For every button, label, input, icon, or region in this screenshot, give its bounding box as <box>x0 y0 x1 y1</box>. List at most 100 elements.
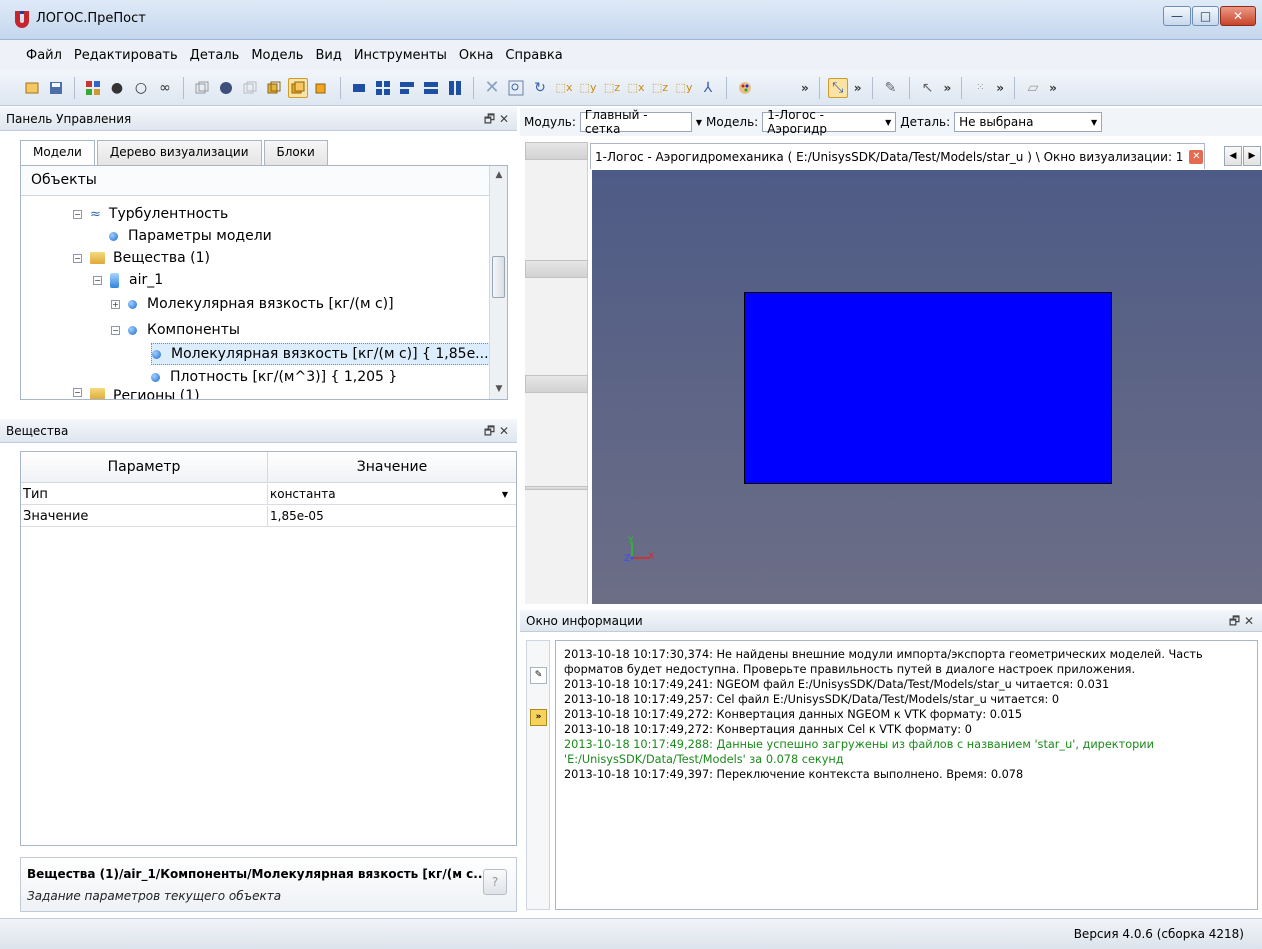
zoom-box-icon[interactable] <box>506 78 526 98</box>
type-select[interactable]: константа ▼ <box>268 484 516 504</box>
link-icon[interactable]: ∞ <box>155 78 175 98</box>
tab-models[interactable]: Модели <box>20 140 95 167</box>
collapse-icon[interactable]: − <box>73 253 82 263</box>
new-file-icon[interactable] <box>22 78 42 98</box>
tree-item-regions[interactable]: − Регионы (1) <box>73 388 200 399</box>
chevron-down-icon[interactable]: ▼ <box>1091 118 1097 127</box>
expand-icon[interactable]: + <box>111 299 120 309</box>
view-xy-icon[interactable]: ⬚x <box>554 78 574 98</box>
scrollbar-thumb[interactable] <box>492 256 505 298</box>
chevron-down-icon[interactable]: ▼ <box>696 118 702 127</box>
collapse-icon[interactable]: − <box>93 275 102 285</box>
single-view-icon[interactable] <box>349 78 369 98</box>
strip-handle[interactable] <box>525 375 588 393</box>
scroll-up-icon[interactable]: ▲ <box>490 170 507 186</box>
table-row[interactable]: Тип константа ▼ <box>21 484 516 505</box>
column-header-parameter[interactable]: Параметр <box>21 452 268 482</box>
record-icon[interactable]: ● <box>107 78 127 98</box>
save-icon[interactable] <box>46 78 66 98</box>
menu-file[interactable]: Файл <box>20 48 68 63</box>
wireframe-cube-2-icon[interactable] <box>240 78 260 98</box>
column-header-value[interactable]: Значение <box>268 452 516 482</box>
tab-visualization-tree[interactable]: Дерево визуализации <box>96 140 262 166</box>
menu-model[interactable]: Модель <box>245 48 309 63</box>
cursor-icon[interactable]: ↖ <box>918 78 938 98</box>
menu-view[interactable]: Вид <box>309 48 347 63</box>
minimize-button[interactable]: — <box>1163 6 1191 26</box>
chevron-down-icon[interactable]: ▼ <box>502 490 508 499</box>
clear-log-icon[interactable]: ✎ <box>530 667 547 684</box>
visualization-tab[interactable]: 1-Логос - Аэрогидромеханика ( E:/UnisysS… <box>590 143 1205 169</box>
tab-scroll-right-icon[interactable]: ▶ <box>1243 146 1261 166</box>
model-tree-icon[interactable] <box>83 78 103 98</box>
console-icon[interactable]: » <box>530 709 547 726</box>
view-yz-icon[interactable]: ⬚z <box>650 78 670 98</box>
tree-item-component-viscosity[interactable]: Молекулярная вязкость [кг/(м с)] { 1,85e… <box>151 343 494 365</box>
vertical-view-icon[interactable] <box>445 78 465 98</box>
collapse-icon[interactable]: − <box>73 209 82 219</box>
table-row[interactable]: Значение 1,85e-05 <box>21 506 516 527</box>
surface-cube-icon[interactable] <box>264 78 284 98</box>
dock-controls[interactable]: 🗗 ✕ <box>1229 612 1254 633</box>
close-tab-icon[interactable]: ✕ <box>1189 149 1204 164</box>
chevron-down-icon[interactable]: ▼ <box>885 118 891 127</box>
toolbar-more-button[interactable]: » <box>1047 81 1059 95</box>
rotate-icon[interactable]: ↻ <box>530 78 550 98</box>
tree-item-model-params[interactable]: Параметры модели <box>109 225 272 247</box>
module-select[interactable]: Главный - сетка <box>579 108 692 136</box>
tree-item-air[interactable]: − air_1 <box>93 269 163 291</box>
split-view-icon[interactable] <box>397 78 417 98</box>
view-zx-icon[interactable]: ⬚x <box>626 78 646 98</box>
model-select[interactable]: 1-Логос - Аэрогидр ▼ <box>762 108 897 136</box>
shaded-sphere-icon[interactable] <box>216 78 236 98</box>
tree-item-density[interactable]: Плотность [кг/(м^3)] { 1,205 } <box>151 366 397 388</box>
detail-select[interactable]: Не выбрана ▼ <box>954 112 1103 132</box>
view-zy-icon[interactable]: ⬚y <box>674 78 694 98</box>
menu-edit[interactable]: Редактировать <box>68 48 184 63</box>
toolbar-more-button[interactable]: » <box>942 81 954 95</box>
toolbar-more-button[interactable]: » <box>852 81 864 95</box>
tree-item-mol-viscosity[interactable]: + Молекулярная вязкость [кг/(м с)] <box>111 293 394 315</box>
tree-item-components[interactable]: − Компоненты <box>111 319 240 341</box>
tab-scroll-left-icon[interactable]: ◀ <box>1224 146 1242 166</box>
toolbar-more-button[interactable]: » <box>799 81 811 95</box>
menu-windows[interactable]: Окна <box>453 48 500 63</box>
dock-controls[interactable]: 🗗 ✕ <box>484 110 509 131</box>
3d-viewport[interactable]: Y Z X <box>592 170 1262 604</box>
mesh-surface[interactable] <box>744 292 1112 484</box>
palette-icon[interactable] <box>735 78 755 98</box>
tree-item-substances[interactable]: − Вещества (1) <box>73 247 210 269</box>
substance-bottle-icon <box>110 272 119 288</box>
view-yx-icon[interactable]: ⬚y <box>578 78 598 98</box>
collapse-icon[interactable]: − <box>111 325 120 335</box>
grid-dots-icon[interactable]: ⁙ <box>970 78 990 98</box>
strip-handle[interactable] <box>525 260 588 278</box>
maximize-button[interactable]: □ <box>1192 6 1219 26</box>
quad-view-icon[interactable] <box>373 78 393 98</box>
view-xz-icon[interactable]: ⬚z <box>602 78 622 98</box>
solid-cube-icon[interactable] <box>312 78 332 98</box>
help-button[interactable]: ? <box>483 869 507 895</box>
edit-shape-icon[interactable]: ✎ <box>881 78 901 98</box>
dock-controls[interactable]: 🗗 ✕ <box>484 422 509 443</box>
strip-handle[interactable] <box>525 142 588 160</box>
wireframe-cube-icon[interactable] <box>192 78 212 98</box>
reset-view-icon[interactable]: ✕ <box>482 77 502 98</box>
toolbar-more-button[interactable]: » <box>994 81 1006 95</box>
tree-scrollbar[interactable]: ▲ ▼ <box>489 166 507 399</box>
collapse-icon[interactable]: − <box>73 388 82 397</box>
tab-blocks[interactable]: Блоки <box>263 140 328 166</box>
menu-part[interactable]: Деталь <box>184 48 246 63</box>
circle-icon[interactable]: ○ <box>131 78 151 98</box>
plane-icon[interactable]: ▱ <box>1023 78 1043 98</box>
menu-tools[interactable]: Инструменты <box>348 48 453 63</box>
close-button[interactable]: ✕ <box>1220 6 1256 26</box>
axes-icon[interactable]: ⅄ <box>698 78 718 98</box>
solid-cube-active-icon[interactable] <box>288 77 308 98</box>
pick-mode-icon[interactable]: ⤡ <box>827 77 848 98</box>
tree-item-turbulence[interactable]: − ≈ Турбулентность <box>73 203 228 225</box>
menu-help[interactable]: Справка <box>499 48 568 63</box>
param-value[interactable]: 1,85e-05 <box>268 506 516 526</box>
horizontal-view-icon[interactable] <box>421 78 441 98</box>
scroll-down-icon[interactable]: ▼ <box>490 384 507 399</box>
